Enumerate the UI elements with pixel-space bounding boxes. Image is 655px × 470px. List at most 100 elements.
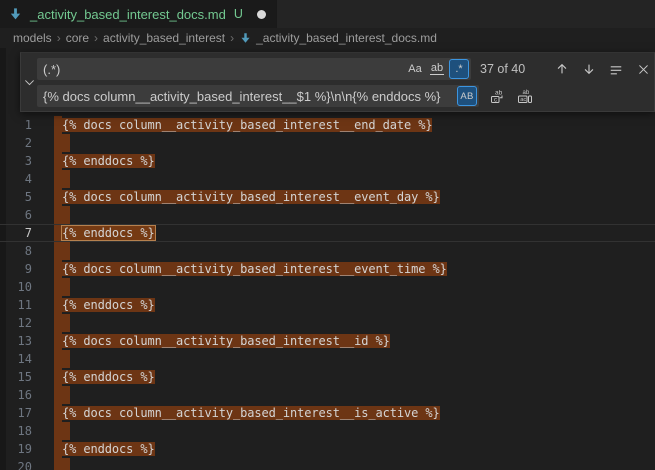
- close-find-widget-button[interactable]: [632, 58, 654, 80]
- preserve-case-label: AB: [460, 91, 473, 102]
- chevron-down-icon: [24, 77, 35, 88]
- svg-text:ac: ac: [520, 97, 526, 103]
- close-icon: [637, 63, 650, 76]
- breadcrumb-item--activity-based-interest-docs-md[interactable]: _activity_based_interest_docs.md: [239, 31, 437, 45]
- line-number: 10: [0, 278, 32, 296]
- code-text[interactable]: {% docs column__activity_based_interest_…: [62, 188, 440, 206]
- current-find-match: {% enddocs %}: [62, 226, 155, 240]
- whole-word-toggle[interactable]: ab: [427, 59, 447, 79]
- breadcrumb-label: core: [66, 31, 89, 45]
- editor-line[interactable]: 18: [0, 422, 655, 440]
- editor-line[interactable]: 5 {% docs column__activity_based_interest…: [0, 188, 655, 206]
- match-count: 37 of 40: [480, 62, 532, 76]
- editor-line[interactable]: 20: [0, 458, 655, 470]
- editor-line[interactable]: 14: [0, 350, 655, 368]
- line-number: 2: [0, 134, 32, 152]
- svg-text:c: c: [494, 97, 497, 103]
- line-number: 12: [0, 314, 32, 332]
- editor-line[interactable]: 1{% docs column__activity_based_interest…: [0, 116, 655, 134]
- line-number: 19: [0, 440, 32, 458]
- find-match: {% docs column__activity_based_interest_…: [62, 262, 447, 276]
- whole-word-label: ab: [430, 63, 444, 75]
- tab-bar: _activity_based_interest_docs.md U: [0, 0, 655, 28]
- editor-line[interactable]: 9 {% docs column__activity_based_interest…: [0, 260, 655, 278]
- code-text[interactable]: {% docs column__activity_based_interest_…: [62, 260, 447, 278]
- line-number: 18: [0, 422, 32, 440]
- empty-line-find-match: [62, 314, 70, 332]
- code-text[interactable]: {% docs column__activity_based_interest_…: [62, 116, 432, 134]
- tab-activity-based-interest-docs[interactable]: _activity_based_interest_docs.md U: [0, 0, 277, 28]
- breadcrumb-item-core[interactable]: core: [66, 31, 89, 45]
- replace-all-icon: ab ac: [517, 88, 533, 104]
- line-number: 16: [0, 386, 32, 404]
- breadcrumb-item-activity-based-interest[interactable]: activity_based_interest: [103, 31, 225, 45]
- line-number: 9: [0, 260, 32, 278]
- markdown-file-icon: [239, 32, 252, 45]
- arrow-down-icon: [582, 62, 596, 76]
- editor-line[interactable]: 11{% enddocs %}: [0, 296, 655, 314]
- replace-all-button[interactable]: ab ac: [514, 85, 536, 107]
- breadcrumb-separator: ›: [230, 31, 234, 45]
- regex-toggle[interactable]: .*: [449, 59, 469, 79]
- editor-line[interactable]: 6: [0, 206, 655, 224]
- arrow-up-icon: [555, 62, 569, 76]
- vscode-window: _activity_based_interest_docs.md U model…: [0, 0, 655, 470]
- breadcrumb-label: activity_based_interest: [103, 31, 225, 45]
- replace-value: {% docs column__activity_based_interest_…: [43, 89, 457, 104]
- editor-line[interactable]: 17 {% docs column__activity_based_interes…: [0, 404, 655, 422]
- previous-match-button[interactable]: [551, 58, 573, 80]
- code-text[interactable]: {% enddocs %}: [62, 224, 155, 242]
- empty-line-find-match: [62, 134, 70, 152]
- line-number: 15: [0, 368, 32, 386]
- line-number: 5: [0, 188, 32, 206]
- empty-line-find-match: [62, 242, 70, 260]
- editor-line[interactable]: 10: [0, 278, 655, 296]
- tab-filename: _activity_based_interest_docs.md: [30, 7, 226, 22]
- line-number: 8: [0, 242, 32, 260]
- find-input[interactable]: (.*) Aa ab .*: [37, 58, 471, 80]
- editor-line[interactable]: 8: [0, 242, 655, 260]
- find-in-selection-button[interactable]: [605, 58, 627, 80]
- code-text[interactable]: {% enddocs %}: [62, 296, 155, 314]
- code-text[interactable]: {% enddocs %}: [62, 152, 155, 170]
- replace-buttons: ab c ab ac: [487, 85, 536, 107]
- line-number: 17: [0, 404, 32, 422]
- code-text[interactable]: {% docs column__activity_based_interest_…: [62, 332, 390, 350]
- find-match: {% enddocs %}: [62, 298, 155, 312]
- code-text[interactable]: {% enddocs %}: [62, 368, 155, 386]
- match-case-toggle[interactable]: Aa: [405, 59, 425, 79]
- empty-line-find-match: [62, 350, 70, 368]
- editor-line[interactable]: 7{% enddocs %}: [0, 224, 655, 242]
- editor-line[interactable]: 15 {% enddocs %}: [0, 368, 655, 386]
- editor-line[interactable]: 4: [0, 170, 655, 188]
- editor-line[interactable]: 2: [0, 134, 655, 152]
- replace-row: {% docs column__activity_based_interest_…: [37, 85, 654, 107]
- code-text[interactable]: {% docs column__activity_based_interest_…: [62, 404, 440, 422]
- editor-line[interactable]: 16: [0, 386, 655, 404]
- editor-line[interactable]: 13 {% docs column__activity_based_interes…: [0, 332, 655, 350]
- empty-line-find-match: [62, 206, 70, 224]
- line-number: 13: [0, 332, 32, 350]
- line-number: 14: [0, 350, 32, 368]
- svg-text:ab: ab: [495, 90, 503, 97]
- unsaved-changes-dot[interactable]: [257, 10, 266, 19]
- empty-line-find-match: [62, 278, 70, 296]
- line-number: 20: [0, 458, 32, 470]
- editor-line[interactable]: 12: [0, 314, 655, 332]
- editor-line[interactable]: 3{% enddocs %}: [0, 152, 655, 170]
- breadcrumb-item-models[interactable]: models: [13, 31, 52, 45]
- find-match: {% docs column__activity_based_interest_…: [62, 406, 440, 420]
- replace-button[interactable]: ab c: [487, 85, 509, 107]
- empty-line-find-match: [62, 170, 70, 188]
- find-match: {% docs column__activity_based_interest_…: [62, 118, 432, 132]
- find-match: {% enddocs %}: [62, 154, 155, 168]
- replace-input[interactable]: {% docs column__activity_based_interest_…: [37, 85, 479, 107]
- preserve-case-toggle[interactable]: AB: [457, 86, 477, 106]
- regex-label: .*: [455, 63, 462, 75]
- toggle-replace-button[interactable]: [21, 53, 37, 111]
- find-match: {% docs column__activity_based_interest_…: [62, 190, 440, 204]
- find-in-selection-icon: [609, 62, 623, 76]
- code-text[interactable]: {% enddocs %}: [62, 440, 155, 458]
- editor-line[interactable]: 19 {% enddocs %}: [0, 440, 655, 458]
- next-match-button[interactable]: [578, 58, 600, 80]
